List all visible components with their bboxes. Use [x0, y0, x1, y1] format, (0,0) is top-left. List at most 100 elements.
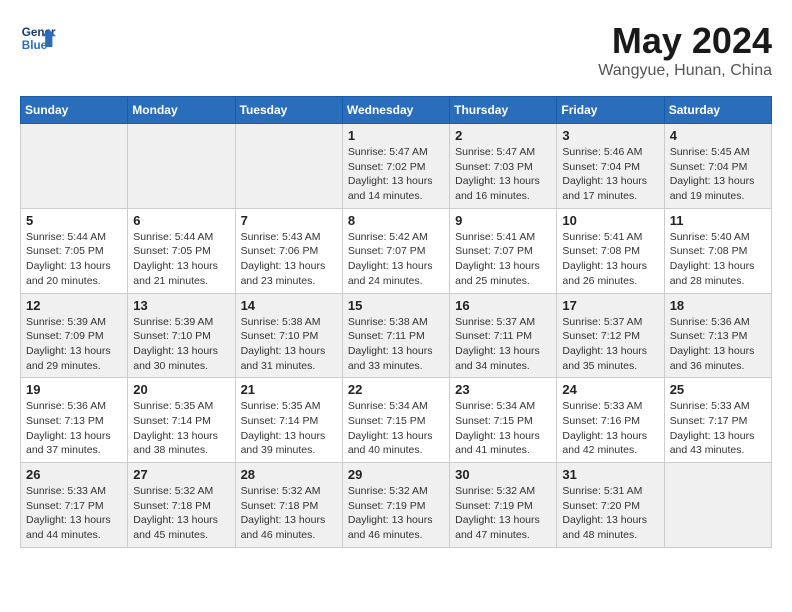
header-wednesday: Wednesday — [342, 97, 449, 124]
calendar-cell — [235, 124, 342, 209]
day-number: 1 — [348, 128, 444, 143]
calendar-cell — [128, 124, 235, 209]
day-info: Sunrise: 5:39 AM Sunset: 7:10 PM Dayligh… — [133, 315, 229, 374]
calendar-cell: 22Sunrise: 5:34 AM Sunset: 7:15 PM Dayli… — [342, 378, 449, 463]
calendar-cell: 27 Sunrise: 5:32 AM Sunset: 7:18 PM Dayli… — [128, 463, 235, 548]
logo: General Blue — [20, 20, 60, 56]
day-number: 17 — [562, 298, 658, 313]
header-monday: Monday — [128, 97, 235, 124]
calendar-week-row: 5Sunrise: 5:44 AM Sunset: 7:05 PM Daylig… — [21, 208, 772, 293]
calendar-cell: 12Sunrise: 5:39 AM Sunset: 7:09 PM Dayli… — [21, 293, 128, 378]
day-number: 31 — [562, 467, 658, 482]
day-info: Sunrise: 5:35 AM Sunset: 7:14 PM Dayligh… — [241, 399, 337, 458]
calendar-cell: 9Sunrise: 5:41 AM Sunset: 7:07 PM Daylig… — [450, 208, 557, 293]
calendar-cell: 5Sunrise: 5:44 AM Sunset: 7:05 PM Daylig… — [21, 208, 128, 293]
calendar-cell: 15 Sunrise: 5:38 AM Sunset: 7:11 PM Dayli… — [342, 293, 449, 378]
day-number: 2 — [455, 128, 551, 143]
header-sunday: Sunday — [21, 97, 128, 124]
day-info: Sunrise: 5:40 AM Sunset: 7:08 PM Dayligh… — [670, 230, 766, 289]
day-info: Sunrise: 5:32 AM Sunset: 7:18 PM Dayligh… — [133, 484, 229, 543]
day-number: 24 — [562, 382, 658, 397]
logo-icon: General Blue — [20, 20, 56, 56]
calendar-cell: 20Sunrise: 5:35 AM Sunset: 7:14 PM Dayli… — [128, 378, 235, 463]
day-number: 18 — [670, 298, 766, 313]
day-number: 7 — [241, 213, 337, 228]
calendar-cell: 3 Sunrise: 5:46 AM Sunset: 7:04 PM Daylig… — [557, 124, 664, 209]
day-number: 12 — [26, 298, 122, 313]
day-number: 4 — [670, 128, 766, 143]
day-info: Sunrise: 5:44 AM Sunset: 7:05 PM Dayligh… — [26, 230, 122, 289]
day-info: Sunrise: 5:33 AM Sunset: 7:17 PM Dayligh… — [26, 484, 122, 543]
day-number: 25 — [670, 382, 766, 397]
calendar-cell: 14 Sunrise: 5:38 AM Sunset: 7:10 PM Dayli… — [235, 293, 342, 378]
calendar-cell: 21 Sunrise: 5:35 AM Sunset: 7:14 PM Dayli… — [235, 378, 342, 463]
calendar-cell: 19 Sunrise: 5:36 AM Sunset: 7:13 PM Dayli… — [21, 378, 128, 463]
day-number: 29 — [348, 467, 444, 482]
day-info: Sunrise: 5:31 AM Sunset: 7:20 PM Dayligh… — [562, 484, 658, 543]
calendar-week-row: 26 Sunrise: 5:33 AM Sunset: 7:17 PM Dayli… — [21, 463, 772, 548]
calendar-cell: 30 Sunrise: 5:32 AM Sunset: 7:19 PM Dayli… — [450, 463, 557, 548]
day-number: 10 — [562, 213, 658, 228]
calendar-cell: 25 Sunrise: 5:33 AM Sunset: 7:17 PM Dayli… — [664, 378, 771, 463]
day-info: Sunrise: 5:46 AM Sunset: 7:04 PM Dayligh… — [562, 145, 658, 204]
calendar-cell: 24 Sunrise: 5:33 AM Sunset: 7:16 PM Dayli… — [557, 378, 664, 463]
day-number: 21 — [241, 382, 337, 397]
day-number: 14 — [241, 298, 337, 313]
calendar-cell: 1 Sunrise: 5:47 AM Sunset: 7:02 PM Daylig… — [342, 124, 449, 209]
day-info: Sunrise: 5:36 AM Sunset: 7:13 PM Dayligh… — [670, 315, 766, 374]
day-number: 8 — [348, 213, 444, 228]
calendar-cell: 17Sunrise: 5:37 AM Sunset: 7:12 PM Dayli… — [557, 293, 664, 378]
day-number: 27 — [133, 467, 229, 482]
calendar-cell: 28Sunrise: 5:32 AM Sunset: 7:18 PM Dayli… — [235, 463, 342, 548]
location-title: Wangyue, Hunan, China — [598, 62, 772, 80]
calendar-cell: 13 Sunrise: 5:39 AM Sunset: 7:10 PM Dayli… — [128, 293, 235, 378]
day-number: 3 — [562, 128, 658, 143]
calendar-table: SundayMondayTuesdayWednesdayThursdayFrid… — [20, 96, 772, 548]
calendar-week-row: 1 Sunrise: 5:47 AM Sunset: 7:02 PM Daylig… — [21, 124, 772, 209]
day-info: Sunrise: 5:47 AM Sunset: 7:02 PM Dayligh… — [348, 145, 444, 204]
calendar-week-row: 19 Sunrise: 5:36 AM Sunset: 7:13 PM Dayli… — [21, 378, 772, 463]
calendar-week-row: 12Sunrise: 5:39 AM Sunset: 7:09 PM Dayli… — [21, 293, 772, 378]
calendar-cell — [21, 124, 128, 209]
day-number: 19 — [26, 382, 122, 397]
day-info: Sunrise: 5:37 AM Sunset: 7:11 PM Dayligh… — [455, 315, 551, 374]
day-info: Sunrise: 5:32 AM Sunset: 7:19 PM Dayligh… — [348, 484, 444, 543]
day-info: Sunrise: 5:34 AM Sunset: 7:15 PM Dayligh… — [348, 399, 444, 458]
day-info: Sunrise: 5:43 AM Sunset: 7:06 PM Dayligh… — [241, 230, 337, 289]
day-number: 13 — [133, 298, 229, 313]
header-saturday: Saturday — [664, 97, 771, 124]
day-info: Sunrise: 5:32 AM Sunset: 7:18 PM Dayligh… — [241, 484, 337, 543]
day-number: 30 — [455, 467, 551, 482]
calendar-cell — [664, 463, 771, 548]
calendar-cell: 2Sunrise: 5:47 AM Sunset: 7:03 PM Daylig… — [450, 124, 557, 209]
calendar-cell: 8Sunrise: 5:42 AM Sunset: 7:07 PM Daylig… — [342, 208, 449, 293]
day-info: Sunrise: 5:38 AM Sunset: 7:10 PM Dayligh… — [241, 315, 337, 374]
calendar-header-row: SundayMondayTuesdayWednesdayThursdayFrid… — [21, 97, 772, 124]
calendar-cell: 11Sunrise: 5:40 AM Sunset: 7:08 PM Dayli… — [664, 208, 771, 293]
day-number: 9 — [455, 213, 551, 228]
day-number: 23 — [455, 382, 551, 397]
day-info: Sunrise: 5:33 AM Sunset: 7:16 PM Dayligh… — [562, 399, 658, 458]
day-info: Sunrise: 5:32 AM Sunset: 7:19 PM Dayligh… — [455, 484, 551, 543]
day-info: Sunrise: 5:44 AM Sunset: 7:05 PM Dayligh… — [133, 230, 229, 289]
day-info: Sunrise: 5:41 AM Sunset: 7:08 PM Dayligh… — [562, 230, 658, 289]
page-header: General Blue May 2024 Wangyue, Hunan, Ch… — [20, 20, 772, 80]
calendar-cell: 23 Sunrise: 5:34 AM Sunset: 7:15 PM Dayli… — [450, 378, 557, 463]
header-friday: Friday — [557, 97, 664, 124]
day-info: Sunrise: 5:34 AM Sunset: 7:15 PM Dayligh… — [455, 399, 551, 458]
header-tuesday: Tuesday — [235, 97, 342, 124]
day-info: Sunrise: 5:35 AM Sunset: 7:14 PM Dayligh… — [133, 399, 229, 458]
day-number: 26 — [26, 467, 122, 482]
day-info: Sunrise: 5:36 AM Sunset: 7:13 PM Dayligh… — [26, 399, 122, 458]
calendar-cell: 4Sunrise: 5:45 AM Sunset: 7:04 PM Daylig… — [664, 124, 771, 209]
day-info: Sunrise: 5:38 AM Sunset: 7:11 PM Dayligh… — [348, 315, 444, 374]
day-number: 16 — [455, 298, 551, 313]
day-info: Sunrise: 5:33 AM Sunset: 7:17 PM Dayligh… — [670, 399, 766, 458]
calendar-cell: 10 Sunrise: 5:41 AM Sunset: 7:08 PM Dayli… — [557, 208, 664, 293]
calendar-cell: 29 Sunrise: 5:32 AM Sunset: 7:19 PM Dayli… — [342, 463, 449, 548]
svg-text:Blue: Blue — [22, 39, 48, 52]
day-number: 15 — [348, 298, 444, 313]
header-thursday: Thursday — [450, 97, 557, 124]
calendar-cell: 6Sunrise: 5:44 AM Sunset: 7:05 PM Daylig… — [128, 208, 235, 293]
calendar-cell: 31 Sunrise: 5:31 AM Sunset: 7:20 PM Dayli… — [557, 463, 664, 548]
